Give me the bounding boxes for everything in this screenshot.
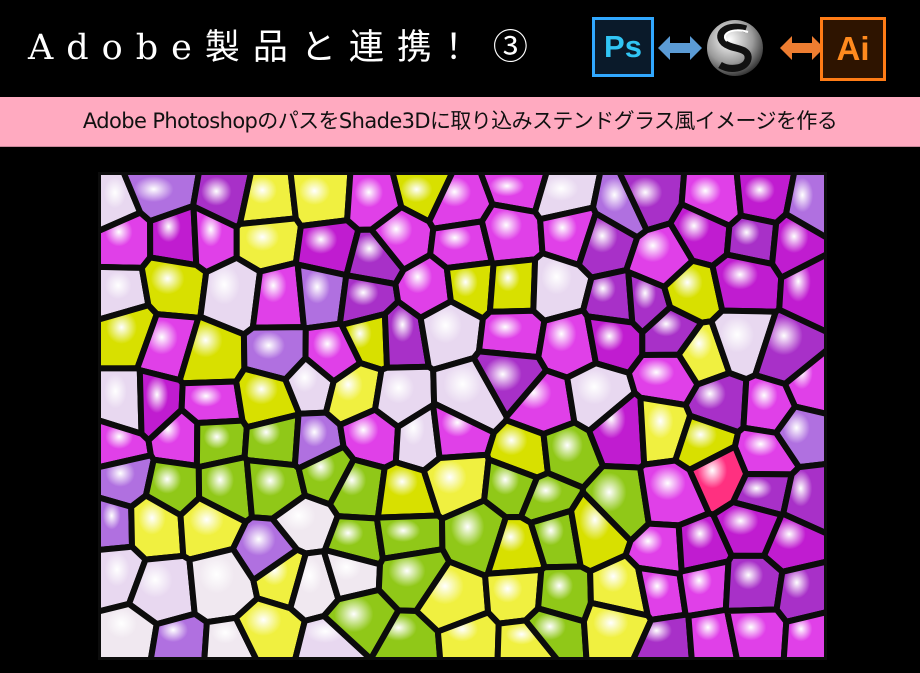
glass-pane — [486, 256, 539, 315]
glass-pane — [722, 552, 786, 614]
glass-pane — [478, 201, 546, 267]
illustrator-logo: Ai — [820, 17, 886, 81]
app-logo-row: Ps Ai — [592, 17, 892, 81]
subtitle-banner: Adobe PhotoshopのパスをShade3Dに取り込みステンドグラス風イ… — [0, 97, 920, 147]
glass-pane — [724, 606, 790, 660]
page-title: Adobe製品と連携！③ — [28, 28, 541, 68]
stained-glass-image — [98, 172, 827, 660]
glass-pane — [709, 251, 785, 315]
bidirectional-arrow-blue-icon — [658, 36, 702, 60]
bidirectional-arrow-orange-icon — [780, 36, 824, 60]
glass-pane — [236, 172, 299, 227]
shade3d-logo — [707, 20, 763, 76]
glass-pane — [98, 494, 135, 553]
photoshop-logo: Ps — [592, 17, 654, 77]
glass-pane — [147, 610, 210, 660]
glass-pane — [780, 609, 827, 660]
